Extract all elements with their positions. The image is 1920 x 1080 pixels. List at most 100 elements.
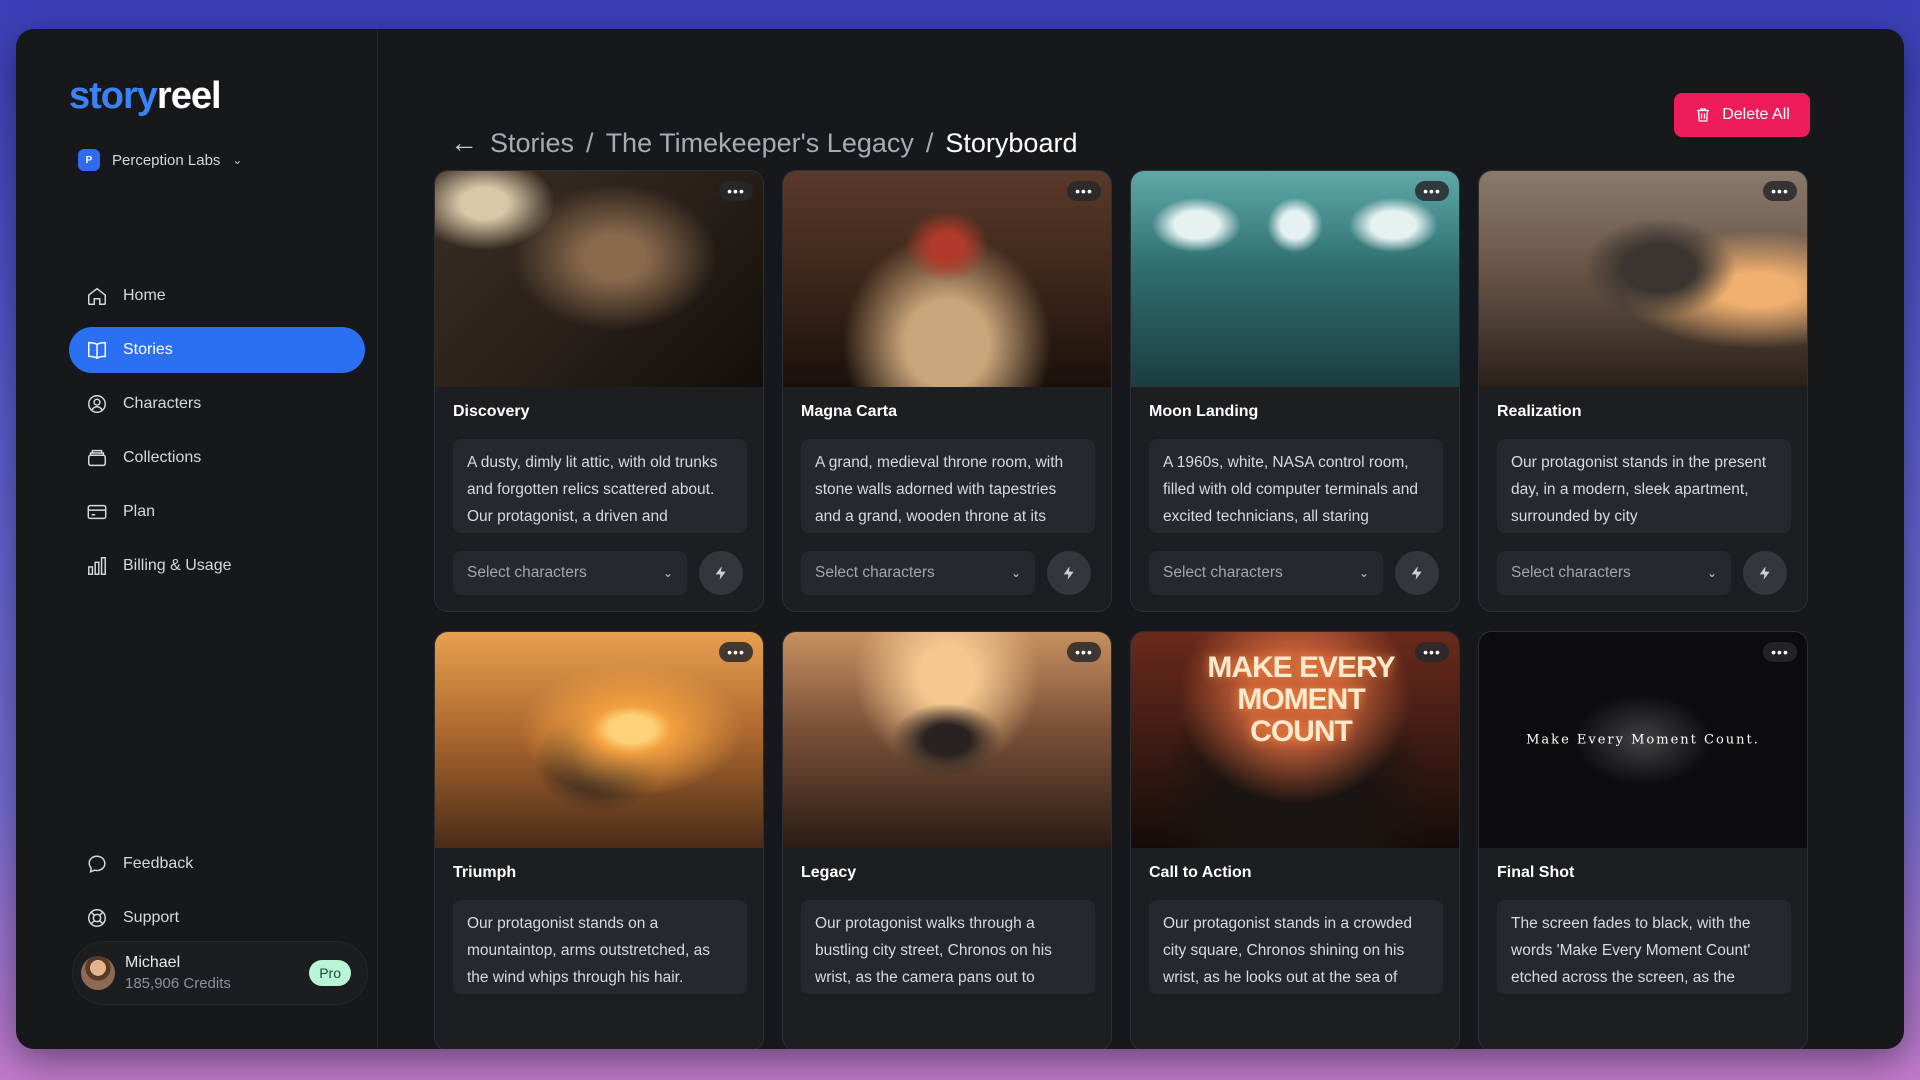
card-description[interactable]: A dusty, dimly lit attic, with old trunk…	[453, 439, 747, 533]
card-title: Realization	[1497, 403, 1582, 420]
character-select[interactable]: Select characters ⌄	[1149, 551, 1383, 595]
scene-thumbnail[interactable]: •••	[783, 171, 1111, 387]
lightning-icon	[715, 566, 726, 580]
card-description[interactable]: Our protagonist walks through a bustling…	[801, 900, 1095, 994]
scene-thumbnail[interactable]: MAKE EVERY MOMENT COUNT •••	[1131, 632, 1459, 848]
sidebar-item-plan[interactable]: Plan	[69, 489, 365, 535]
scene-thumbnail[interactable]: •••	[1131, 171, 1459, 387]
scene-thumbnail[interactable]: Make Every Moment Count. •••	[1479, 632, 1807, 848]
sidebar-item-stories[interactable]: Stories	[69, 327, 365, 373]
card-title: Final Shot	[1497, 864, 1575, 881]
workspace-name: Perception Labs	[112, 151, 221, 169]
sidebar-item-home[interactable]: Home	[69, 273, 365, 319]
select-placeholder: Select characters	[1163, 564, 1283, 581]
delete-all-label: Delete All	[1722, 106, 1790, 123]
sidebar: storyreel P Perception Labs ⌄ Home Stori…	[16, 29, 378, 1049]
card-description[interactable]: Our protagonist stands in a crowded city…	[1149, 900, 1443, 994]
sidebar-item-collections[interactable]: Collections	[69, 435, 365, 481]
scene-thumbnail[interactable]: •••	[783, 632, 1111, 848]
card-description[interactable]: The screen fades to black, with the word…	[1497, 900, 1791, 994]
card-title: Legacy	[801, 864, 857, 881]
chevron-down-icon: ⌄	[1358, 566, 1369, 580]
user-circle-icon	[85, 392, 109, 416]
more-options-button[interactable]: •••	[1415, 642, 1449, 662]
lifebuoy-icon	[85, 906, 109, 930]
scene-thumbnail[interactable]: •••	[435, 171, 763, 387]
character-select[interactable]: Select characters ⌄	[453, 551, 687, 595]
sidebar-item-support[interactable]: Support	[69, 895, 365, 941]
storyboard-card: ••• Realization Our protagonist stands i…	[1478, 170, 1808, 612]
storyboard-card: Make Every Moment Count. ••• Final Shot …	[1478, 631, 1808, 1049]
card-title: Triumph	[453, 864, 517, 881]
sidebar-item-characters[interactable]: Characters	[69, 381, 365, 427]
select-placeholder: Select characters	[467, 564, 587, 581]
sidebar-item-label: Support	[123, 909, 180, 926]
breadcrumb-story[interactable]: The Timekeeper's Legacy	[606, 128, 914, 159]
trash-icon	[1697, 108, 1710, 122]
main-nav: Home Stories Characters Collections Plan…	[69, 273, 365, 597]
more-options-button[interactable]: •••	[1763, 642, 1797, 662]
generate-button[interactable]	[699, 551, 743, 595]
app-logo[interactable]: storyreel	[69, 75, 222, 118]
sidebar-item-label: Home	[123, 287, 166, 304]
more-options-button[interactable]: •••	[1067, 181, 1101, 201]
app-window: storyreel P Perception Labs ⌄ Home Stori…	[16, 29, 1904, 1049]
logo-part-reel: reel	[156, 75, 222, 117]
book-icon	[85, 338, 109, 362]
breadcrumb-current: Storyboard	[945, 127, 1078, 158]
generate-button[interactable]	[1395, 551, 1439, 595]
storyboard-grid: ••• Discovery A dusty, dimly lit attic, …	[434, 170, 1826, 1049]
chevron-down-icon: ⌄	[1010, 566, 1021, 580]
storyboard-card: ••• Magna Carta A grand, medieval throne…	[782, 170, 1112, 612]
card-description[interactable]: A grand, medieval throne room, with ston…	[801, 439, 1095, 533]
user-profile[interactable]: Michael 185,906 Credits Pro	[72, 941, 368, 1005]
breadcrumb-separator: /	[925, 127, 934, 158]
home-icon	[85, 284, 109, 308]
generate-button[interactable]	[1047, 551, 1091, 595]
sidebar-item-label: Billing & Usage	[123, 557, 232, 574]
more-options-button[interactable]: •••	[1763, 181, 1797, 201]
sidebar-item-feedback[interactable]: Feedback	[69, 841, 365, 887]
card-title: Call to Action	[1149, 864, 1252, 881]
select-placeholder: Select characters	[815, 564, 935, 581]
breadcrumb-separator: /	[586, 127, 594, 158]
character-select[interactable]: Select characters ⌄	[801, 551, 1035, 595]
sidebar-item-label: Feedback	[123, 855, 194, 872]
scene-image-text: MAKE EVERY MOMENT COUNT	[1207, 651, 1395, 748]
sidebar-item-billing[interactable]: Billing & Usage	[69, 543, 365, 589]
breadcrumb-stories[interactable]: Stories	[490, 128, 574, 159]
delete-all-button[interactable]: Delete All	[1674, 93, 1810, 137]
storyboard-card: ••• Moon Landing A 1960s, white, NASA co…	[1130, 170, 1460, 612]
card-title: Discovery	[453, 403, 530, 420]
user-name: Michael	[125, 954, 181, 971]
workspace-switcher[interactable]: P Perception Labs ⌄	[78, 149, 242, 171]
scene-thumbnail[interactable]: •••	[1479, 171, 1807, 387]
card-title: Magna Carta	[801, 403, 898, 420]
chat-bubble-icon	[85, 852, 109, 876]
more-options-button[interactable]: •••	[1415, 181, 1449, 201]
lightning-icon	[1759, 566, 1770, 580]
sidebar-item-label: Characters	[123, 395, 202, 412]
card-description[interactable]: Our protagonist stands in the present da…	[1497, 439, 1791, 533]
scene-image-text: Make Every Moment Count.	[1526, 732, 1760, 748]
collections-icon	[85, 446, 109, 470]
card-title: Moon Landing	[1149, 403, 1259, 420]
bar-chart-icon	[85, 554, 109, 578]
credit-card-icon	[85, 500, 109, 524]
select-placeholder: Select characters	[1511, 564, 1631, 581]
more-options-button[interactable]: •••	[719, 181, 753, 201]
more-options-button[interactable]: •••	[719, 642, 753, 662]
sidebar-item-label: Stories	[123, 341, 173, 358]
card-description[interactable]: Our protagonist stands on a mountaintop,…	[453, 900, 747, 994]
scene-thumbnail[interactable]: •••	[435, 632, 763, 848]
chevron-down-icon: ⌄	[1706, 566, 1717, 580]
storyboard-card: ••• Discovery A dusty, dimly lit attic, …	[434, 170, 764, 612]
back-arrow-icon[interactable]: ←	[450, 127, 478, 159]
card-description[interactable]: A 1960s, white, NASA control room, fille…	[1149, 439, 1443, 533]
character-select[interactable]: Select characters ⌄	[1497, 551, 1731, 595]
generate-button[interactable]	[1743, 551, 1787, 595]
user-credits: 185,906 Credits	[125, 975, 231, 992]
storyboard-card: ••• Legacy Our protagonist walks through…	[782, 631, 1112, 1049]
storyboard-card: ••• Triumph Our protagonist stands on a …	[434, 631, 764, 1049]
more-options-button[interactable]: •••	[1067, 642, 1101, 662]
